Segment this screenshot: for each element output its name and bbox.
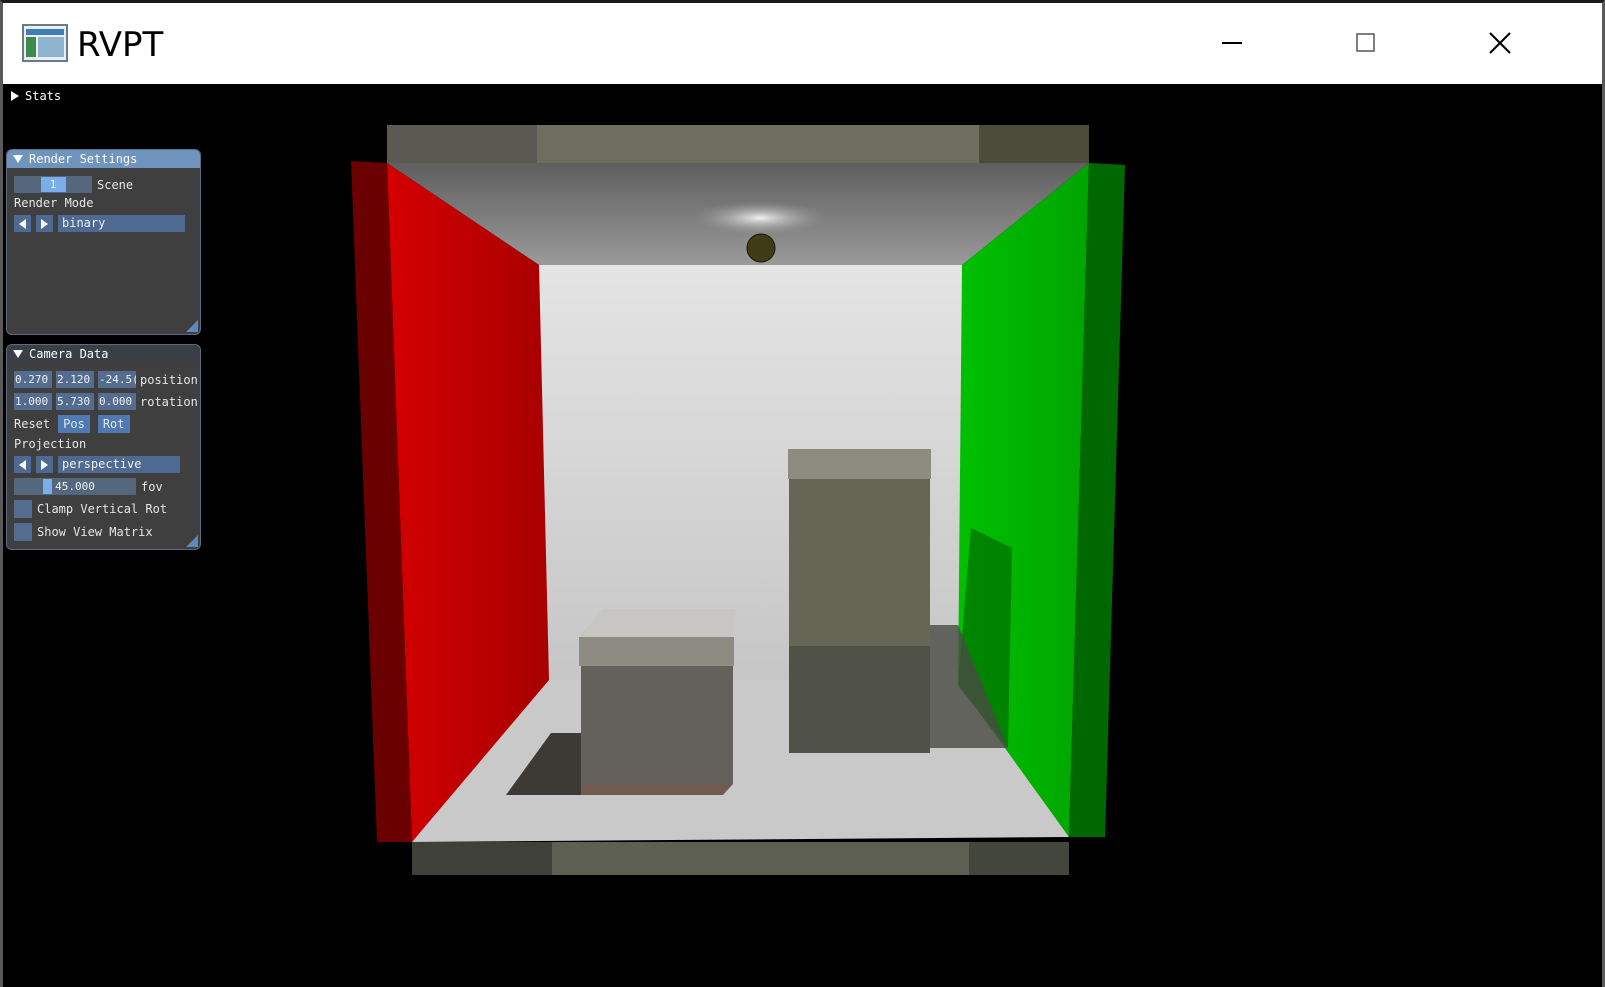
short-box-top xyxy=(579,609,736,637)
camera-data-panel: Camera Data 0.270 2.120 -24.5( position … xyxy=(6,344,201,550)
reset-pos-button[interactable]: Pos xyxy=(58,415,90,433)
maximize-button[interactable] xyxy=(1336,17,1396,69)
app-icon xyxy=(22,24,68,62)
projection-label: Projection xyxy=(14,437,87,451)
arrow-right-icon xyxy=(41,218,48,229)
projection-select[interactable]: perspective xyxy=(58,456,180,473)
reset-rot-button[interactable]: Rot xyxy=(97,415,130,433)
close-icon xyxy=(1489,32,1511,54)
maximize-icon xyxy=(1356,33,1375,52)
tall-box-front xyxy=(789,479,930,646)
scene-label: Scene xyxy=(97,177,134,192)
projection-next-button[interactable] xyxy=(36,456,53,473)
render-mode-select[interactable]: binary xyxy=(58,215,185,232)
show-matrix-row: Show View Matrix xyxy=(14,523,153,541)
projection-prev-button[interactable] xyxy=(14,456,31,473)
tall-box-top xyxy=(788,449,931,479)
resize-grip-icon[interactable] xyxy=(186,320,198,332)
projection-label-row: Projection xyxy=(14,437,86,451)
window-title: RVPT xyxy=(77,25,164,65)
projection-row: perspective xyxy=(14,456,180,473)
show-view-matrix-label: Show View Matrix xyxy=(37,525,153,539)
title-bar: RVPT xyxy=(3,3,1602,84)
panel-title: Render Settings xyxy=(29,152,138,166)
render-mode-label-row: Render Mode xyxy=(14,196,93,210)
stats-label: Stats xyxy=(25,89,62,103)
rotation-z-field[interactable]: 0.000 xyxy=(98,393,136,410)
fov-label: fov xyxy=(141,479,163,494)
scene-slider[interactable]: 1 xyxy=(14,176,92,193)
clamp-row: Clamp Vertical Rot xyxy=(14,500,167,518)
resize-grip-icon[interactable] xyxy=(186,535,198,547)
collapse-arrow-icon xyxy=(13,155,23,163)
position-z-field[interactable]: -24.5( xyxy=(98,371,136,388)
render-viewport[interactable] xyxy=(3,84,1602,987)
fov-value: 45.000 xyxy=(55,480,95,493)
rotation-row: 1.000 5.730 0.000 rotation xyxy=(14,393,198,410)
rotation-y-field[interactable]: 5.730 xyxy=(56,393,94,410)
light-sphere xyxy=(746,233,776,263)
clamp-vertical-rot-label: Clamp Vertical Rot xyxy=(37,502,168,516)
show-view-matrix-checkbox[interactable] xyxy=(14,523,32,541)
fov-row: 45.000 fov xyxy=(14,478,163,495)
render-mode-row: binary xyxy=(14,215,185,232)
ceiling-light xyxy=(690,200,830,236)
arrow-left-icon xyxy=(19,459,26,470)
app-window: RVPT Stats Render Settings 1 Scene Rende… xyxy=(0,0,1605,987)
short-box-front xyxy=(581,666,733,784)
cornell-box-scene xyxy=(351,125,1125,875)
minimize-button[interactable] xyxy=(1202,17,1262,69)
panel-title: Camera Data xyxy=(29,347,109,361)
camera-data-header[interactable]: Camera Data xyxy=(7,345,200,363)
fov-slider[interactable]: 45.000 xyxy=(14,478,136,495)
render-settings-panel: Render Settings 1 Scene Render Mode bina… xyxy=(6,149,201,335)
collapse-arrow-icon xyxy=(13,350,23,358)
scene-row: 1 Scene xyxy=(14,176,133,193)
stats-header[interactable]: Stats xyxy=(11,89,61,103)
render-mode-label: Render Mode xyxy=(14,196,94,210)
reset-row: Reset Pos Rot xyxy=(14,415,138,433)
scene-value: 1 xyxy=(49,178,57,191)
collapse-arrow-icon xyxy=(11,91,19,101)
position-x-field[interactable]: 0.270 xyxy=(14,371,52,388)
rotation-label: rotation xyxy=(140,394,198,409)
arrow-left-icon xyxy=(19,218,26,229)
render-mode-prev-button[interactable] xyxy=(14,215,31,232)
position-row: 0.270 2.120 -24.5( position xyxy=(14,371,198,388)
reset-label: Reset xyxy=(14,417,51,431)
minimize-icon xyxy=(1222,42,1242,44)
rotation-x-field[interactable]: 1.000 xyxy=(14,393,52,410)
arrow-right-icon xyxy=(41,459,48,470)
position-label: position xyxy=(140,372,198,387)
render-mode-next-button[interactable] xyxy=(36,215,53,232)
position-y-field[interactable]: 2.120 xyxy=(56,371,94,388)
close-button[interactable] xyxy=(1470,17,1530,69)
clamp-vertical-rot-checkbox[interactable] xyxy=(14,500,32,518)
render-settings-header[interactable]: Render Settings xyxy=(7,150,200,168)
